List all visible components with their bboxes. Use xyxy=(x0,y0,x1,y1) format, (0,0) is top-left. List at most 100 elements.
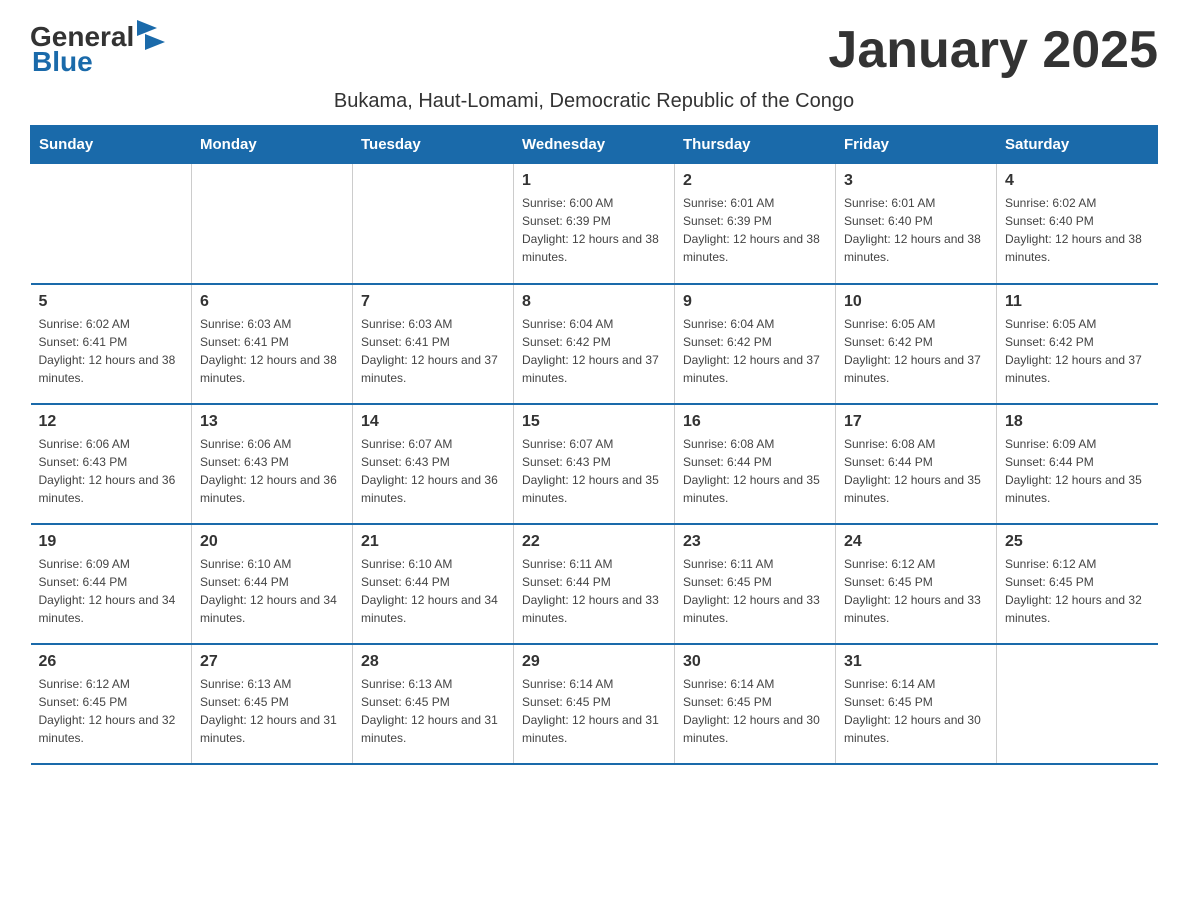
calendar-header-row: SundayMondayTuesdayWednesdayThursdayFrid… xyxy=(31,126,1158,164)
day-number: 5 xyxy=(39,293,184,311)
day-number: 2 xyxy=(683,172,827,190)
day-number: 4 xyxy=(1005,172,1150,190)
day-info: Sunrise: 6:08 AM Sunset: 6:44 PM Dayligh… xyxy=(844,435,988,507)
day-info: Sunrise: 6:14 AM Sunset: 6:45 PM Dayligh… xyxy=(844,675,988,747)
day-number: 8 xyxy=(522,293,666,311)
header-day-friday: Friday xyxy=(836,126,997,164)
day-info: Sunrise: 6:05 AM Sunset: 6:42 PM Dayligh… xyxy=(1005,315,1150,387)
day-info: Sunrise: 6:01 AM Sunset: 6:39 PM Dayligh… xyxy=(683,194,827,266)
logo: General Blue xyxy=(30,20,165,78)
day-info: Sunrise: 6:09 AM Sunset: 6:44 PM Dayligh… xyxy=(39,555,184,627)
day-info: Sunrise: 6:14 AM Sunset: 6:45 PM Dayligh… xyxy=(522,675,666,747)
calendar-cell: 17 Sunrise: 6:08 AM Sunset: 6:44 PM Dayli… xyxy=(836,404,997,524)
day-info: Sunrise: 6:11 AM Sunset: 6:45 PM Dayligh… xyxy=(683,555,827,627)
day-info: Sunrise: 6:03 AM Sunset: 6:41 PM Dayligh… xyxy=(361,315,505,387)
calendar-cell xyxy=(353,164,514,284)
calendar-cell xyxy=(997,644,1158,764)
calendar-table: SundayMondayTuesdayWednesdayThursdayFrid… xyxy=(30,125,1158,765)
day-number: 24 xyxy=(844,533,988,551)
day-number: 22 xyxy=(522,533,666,551)
calendar-week-row: 1Sunrise: 6:00 AM Sunset: 6:39 PM Daylig… xyxy=(31,164,1158,284)
day-number: 31 xyxy=(844,653,988,671)
day-info: Sunrise: 6:12 AM Sunset: 6:45 PM Dayligh… xyxy=(1005,555,1150,627)
day-info: Sunrise: 6:13 AM Sunset: 6:45 PM Dayligh… xyxy=(361,675,505,747)
day-number: 15 xyxy=(522,413,666,431)
day-info: Sunrise: 6:07 AM Sunset: 6:43 PM Dayligh… xyxy=(361,435,505,507)
calendar-cell: 9 Sunrise: 6:04 AM Sunset: 6:42 PM Daylig… xyxy=(675,284,836,404)
header-day-tuesday: Tuesday xyxy=(353,126,514,164)
calendar-week-row: 12 Sunrise: 6:06 AM Sunset: 6:43 PM Dayli… xyxy=(31,404,1158,524)
day-number: 25 xyxy=(1005,533,1150,551)
calendar-cell: 14 Sunrise: 6:07 AM Sunset: 6:43 PM Dayli… xyxy=(353,404,514,524)
day-number: 19 xyxy=(39,533,184,551)
day-number: 1 xyxy=(522,172,666,190)
calendar-week-row: 19 Sunrise: 6:09 AM Sunset: 6:44 PM Dayli… xyxy=(31,524,1158,644)
day-number: 9 xyxy=(683,293,827,311)
day-number: 12 xyxy=(39,413,184,431)
day-info: Sunrise: 6:06 AM Sunset: 6:43 PM Dayligh… xyxy=(39,435,184,507)
day-info: Sunrise: 6:10 AM Sunset: 6:44 PM Dayligh… xyxy=(200,555,344,627)
calendar-subtitle: Bukama, Haut-Lomami, Democratic Republic… xyxy=(30,90,1158,113)
calendar-cell: 2 Sunrise: 6:01 AM Sunset: 6:39 PM Daylig… xyxy=(675,164,836,284)
day-number: 18 xyxy=(1005,413,1150,431)
calendar-cell: 24 Sunrise: 6:12 AM Sunset: 6:45 PM Dayli… xyxy=(836,524,997,644)
day-number: 6 xyxy=(200,293,344,311)
day-number: 10 xyxy=(844,293,988,311)
day-info: Sunrise: 6:14 AM Sunset: 6:45 PM Dayligh… xyxy=(683,675,827,747)
day-info: Sunrise: 6:01 AM Sunset: 6:40 PM Dayligh… xyxy=(844,194,988,266)
calendar-cell: 16Sunrise: 6:08 AM Sunset: 6:44 PM Dayli… xyxy=(675,404,836,524)
day-info: Sunrise: 6:04 AM Sunset: 6:42 PM Dayligh… xyxy=(522,315,666,387)
day-number: 20 xyxy=(200,533,344,551)
day-info: Sunrise: 6:12 AM Sunset: 6:45 PM Dayligh… xyxy=(844,555,988,627)
day-info: Sunrise: 6:12 AM Sunset: 6:45 PM Dayligh… xyxy=(39,675,184,747)
calendar-cell: 31 Sunrise: 6:14 AM Sunset: 6:45 PM Dayli… xyxy=(836,644,997,764)
calendar-week-row: 5 Sunrise: 6:02 AM Sunset: 6:41 PM Daylig… xyxy=(31,284,1158,404)
day-info: Sunrise: 6:05 AM Sunset: 6:42 PM Dayligh… xyxy=(844,315,988,387)
calendar-cell: 6 Sunrise: 6:03 AM Sunset: 6:41 PM Daylig… xyxy=(192,284,353,404)
calendar-cell: 7 Sunrise: 6:03 AM Sunset: 6:41 PM Daylig… xyxy=(353,284,514,404)
calendar-cell: 5 Sunrise: 6:02 AM Sunset: 6:41 PM Daylig… xyxy=(31,284,192,404)
logo-flag-icon xyxy=(137,20,165,52)
calendar-cell: 10 Sunrise: 6:05 AM Sunset: 6:42 PM Dayli… xyxy=(836,284,997,404)
day-number: 21 xyxy=(361,533,505,551)
day-info: Sunrise: 6:02 AM Sunset: 6:40 PM Dayligh… xyxy=(1005,194,1150,266)
calendar-cell: 15 Sunrise: 6:07 AM Sunset: 6:43 PM Dayli… xyxy=(514,404,675,524)
day-info: Sunrise: 6:03 AM Sunset: 6:41 PM Dayligh… xyxy=(200,315,344,387)
calendar-cell: 29Sunrise: 6:14 AM Sunset: 6:45 PM Dayli… xyxy=(514,644,675,764)
header-day-sunday: Sunday xyxy=(31,126,192,164)
header-day-wednesday: Wednesday xyxy=(514,126,675,164)
day-number: 23 xyxy=(683,533,827,551)
month-title: January 2025 xyxy=(828,20,1158,80)
calendar-cell: 18 Sunrise: 6:09 AM Sunset: 6:44 PM Dayli… xyxy=(997,404,1158,524)
day-number: 27 xyxy=(200,653,344,671)
calendar-cell: 21 Sunrise: 6:10 AM Sunset: 6:44 PM Dayli… xyxy=(353,524,514,644)
calendar-cell: 8 Sunrise: 6:04 AM Sunset: 6:42 PM Daylig… xyxy=(514,284,675,404)
header-day-monday: Monday xyxy=(192,126,353,164)
calendar-cell: 28Sunrise: 6:13 AM Sunset: 6:45 PM Dayli… xyxy=(353,644,514,764)
day-number: 17 xyxy=(844,413,988,431)
day-info: Sunrise: 6:04 AM Sunset: 6:42 PM Dayligh… xyxy=(683,315,827,387)
day-info: Sunrise: 6:10 AM Sunset: 6:44 PM Dayligh… xyxy=(361,555,505,627)
calendar-cell xyxy=(192,164,353,284)
day-info: Sunrise: 6:02 AM Sunset: 6:41 PM Dayligh… xyxy=(39,315,184,387)
day-number: 14 xyxy=(361,413,505,431)
day-info: Sunrise: 6:09 AM Sunset: 6:44 PM Dayligh… xyxy=(1005,435,1150,507)
day-info: Sunrise: 6:07 AM Sunset: 6:43 PM Dayligh… xyxy=(522,435,666,507)
calendar-cell: 30Sunrise: 6:14 AM Sunset: 6:45 PM Dayli… xyxy=(675,644,836,764)
calendar-cell xyxy=(31,164,192,284)
calendar-cell: 27Sunrise: 6:13 AM Sunset: 6:45 PM Dayli… xyxy=(192,644,353,764)
header-day-saturday: Saturday xyxy=(997,126,1158,164)
header: General Blue January 2025 xyxy=(30,20,1158,80)
calendar-cell: 4 Sunrise: 6:02 AM Sunset: 6:40 PM Daylig… xyxy=(997,164,1158,284)
logo-blue-text: Blue xyxy=(32,46,93,78)
calendar-cell: 3 Sunrise: 6:01 AM Sunset: 6:40 PM Daylig… xyxy=(836,164,997,284)
day-number: 7 xyxy=(361,293,505,311)
calendar-cell: 13Sunrise: 6:06 AM Sunset: 6:43 PM Dayli… xyxy=(192,404,353,524)
calendar-cell: 11Sunrise: 6:05 AM Sunset: 6:42 PM Dayli… xyxy=(997,284,1158,404)
day-number: 3 xyxy=(844,172,988,190)
day-number: 13 xyxy=(200,413,344,431)
calendar-cell: 26Sunrise: 6:12 AM Sunset: 6:45 PM Dayli… xyxy=(31,644,192,764)
calendar-cell: 20 Sunrise: 6:10 AM Sunset: 6:44 PM Dayli… xyxy=(192,524,353,644)
calendar-cell: 19 Sunrise: 6:09 AM Sunset: 6:44 PM Dayli… xyxy=(31,524,192,644)
calendar-cell: 25 Sunrise: 6:12 AM Sunset: 6:45 PM Dayli… xyxy=(997,524,1158,644)
